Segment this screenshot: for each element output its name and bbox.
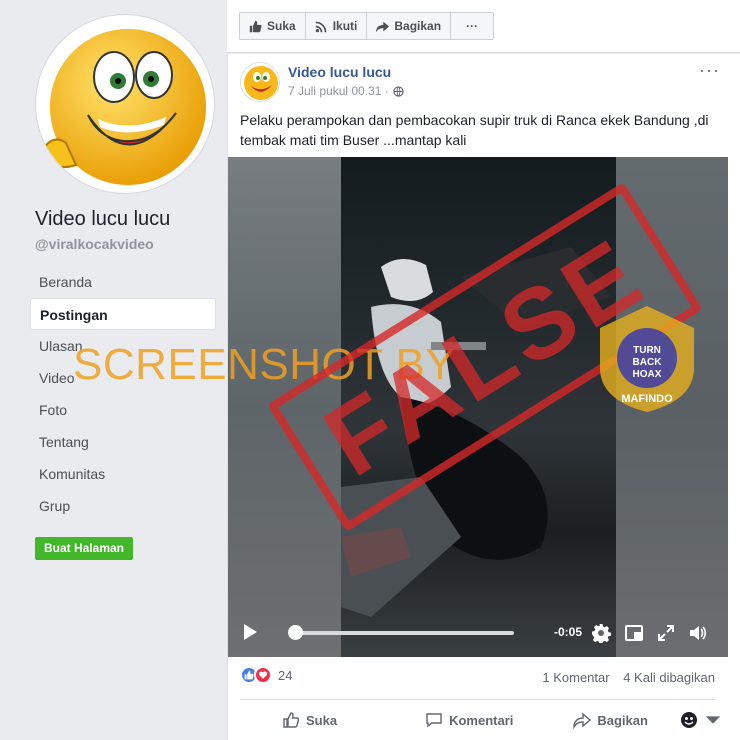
page-action-bar: Suka Ikuti Bagikan ··· [227,0,740,53]
svg-text:HOAX: HOAX [633,369,662,380]
post-time-text: 7 Juli pukul 00.31 · [288,84,389,98]
comment-count-link[interactable]: 1 Komentar [542,670,609,685]
nav-item-postingan[interactable]: Postingan [30,298,216,330]
post-more-button[interactable]: ··· [699,60,720,81]
video-controls: -0:05 [228,611,728,657]
post-text: Pelaku perampokan dan pembacokan supir t… [240,112,709,148]
page-name: Video lucu lucu [35,208,171,230]
video-remaining-time: -0:05 [554,625,583,639]
like-page-label: Suka [267,19,296,33]
page-profile-picture[interactable] [35,14,215,194]
play-button[interactable] [244,624,257,640]
settings-gear-icon[interactable] [591,623,611,643]
post-author-avatar[interactable] [240,62,280,102]
volume-icon[interactable] [688,623,708,643]
post-share-label: Bagikan [597,712,648,728]
thumbs-up-icon [249,20,262,32]
smiley-emoji-icon [44,29,206,185]
post-comment-button[interactable]: Komentari [425,711,513,729]
mafindo-badge-icon: TURN BACK HOAX MAFINDO [600,306,694,412]
more-options-button[interactable]: ··· [451,12,495,40]
nav-item-komunitas[interactable]: Komunitas [30,458,216,490]
post-actions: Suka Komentari Bagikan [240,704,721,736]
smiley-emoji-icon [244,66,278,100]
actions-divider [240,699,716,700]
nav-item-grup[interactable]: Grup [30,490,216,522]
nav-item-tentang[interactable]: Tentang [30,426,216,458]
nav-item-beranda[interactable]: Beranda [30,266,216,298]
fullscreen-icon[interactable] [656,623,676,643]
video-progress-thumb[interactable] [288,625,303,640]
love-reaction-icon [254,666,272,684]
share-count-link[interactable]: 4 Kali dibagikan [623,670,715,685]
post-like-button[interactable]: Suka [282,711,337,729]
share-arrow-icon [573,712,592,729]
post-share-button[interactable]: Bagikan [573,711,648,729]
comment-bubble-icon [426,713,442,728]
share-arrow-icon [376,21,390,32]
share-page-label: Bagikan [394,19,442,33]
chevron-down-icon [705,716,721,724]
post-comment-label: Komentari [449,712,514,728]
svg-text:TURN: TURN [633,345,661,356]
post-as-selector[interactable] [680,711,722,729]
globe-icon [393,85,404,97]
thumbs-up-outline-icon [283,712,300,728]
post-stats: 1 Komentar 4 Kali dibagikan [542,670,715,685]
follow-label: Ikuti [332,19,358,33]
page-nav: Beranda Postingan Ulasan Video Foto Tent… [30,266,216,522]
like-page-button[interactable]: Suka [239,12,306,40]
reaction-count: 24 [278,667,293,683]
reactions-summary[interactable]: 24 [240,666,292,684]
post-timestamp[interactable]: 7 Juli pukul 00.31 · [288,84,404,98]
create-page-button[interactable]: Buat Halaman [35,537,133,560]
page-identity-avatar-icon [681,712,697,728]
svg-text:MAFINDO: MAFINDO [621,393,673,405]
nav-item-foto[interactable]: Foto [30,394,216,426]
video-progress-track[interactable] [290,631,514,635]
follow-button[interactable]: Ikuti [305,12,368,40]
rss-follow-icon [315,21,327,32]
picture-in-picture-icon[interactable] [624,623,644,643]
post-like-label: Suka [306,712,338,728]
share-page-button[interactable]: Bagikan [367,12,452,40]
svg-text:BACK: BACK [633,357,663,368]
page-handle: @viralkocakvideo [35,236,154,252]
post-author-name[interactable]: Video lucu lucu [288,64,391,80]
